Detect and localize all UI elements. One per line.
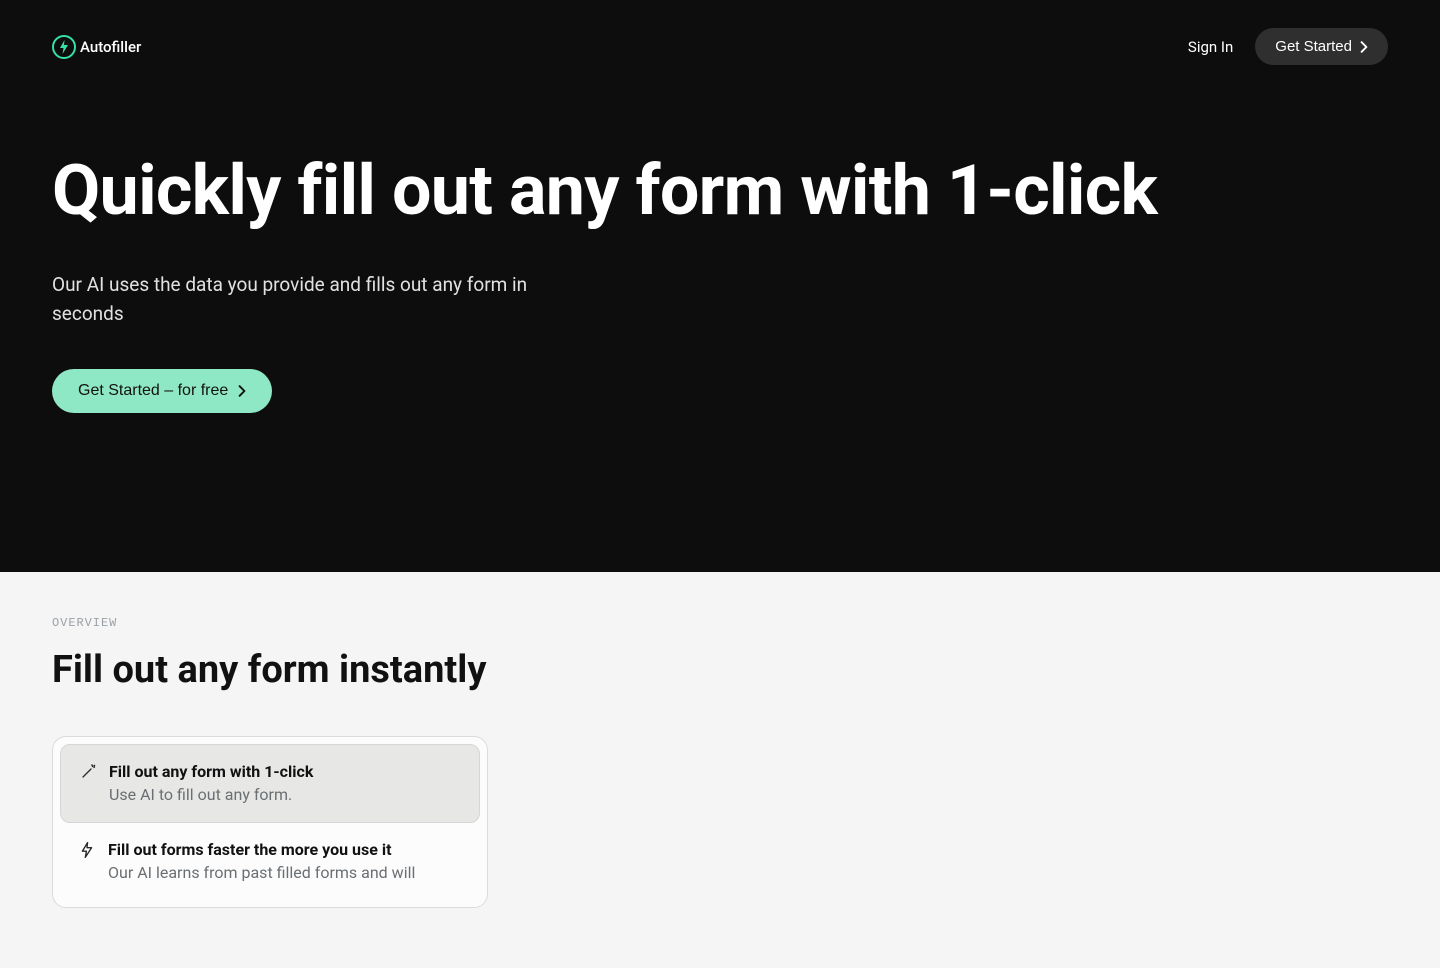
feature-title: Fill out any form with 1-click	[109, 761, 461, 783]
feature-text: Fill out any form with 1-click Use AI to…	[109, 761, 461, 806]
overview-label: OVERVIEW	[52, 616, 1388, 630]
feature-desc: Use AI to fill out any form.	[109, 784, 461, 806]
feature-panel: Fill out any form with 1-click Use AI to…	[52, 736, 488, 908]
overview-section: OVERVIEW Fill out any form instantly Fil…	[0, 572, 1440, 968]
brand-logo[interactable]: Autofiller	[52, 35, 141, 59]
hero-content: Quickly fill out any form with 1-click O…	[52, 93, 1388, 413]
feature-title: Fill out forms faster the more you use i…	[108, 839, 462, 861]
wand-icon	[79, 763, 97, 781]
nav-right: Sign In Get Started	[1188, 28, 1388, 65]
brand-name: Autofiller	[80, 38, 141, 56]
feature-item-1click[interactable]: Fill out any form with 1-click Use AI to…	[60, 744, 480, 823]
overview-heading: Fill out any form instantly	[52, 648, 1388, 692]
feature-text: Fill out forms faster the more you use i…	[108, 839, 462, 884]
top-nav: Autofiller Sign In Get Started	[52, 0, 1388, 93]
bolt-circle-icon	[52, 35, 76, 59]
feature-desc: Our AI learns from past filled forms and…	[108, 862, 462, 884]
sign-in-link[interactable]: Sign In	[1188, 38, 1233, 56]
hero-title: Quickly fill out any form with 1-click	[52, 153, 1388, 230]
get-started-nav-label: Get Started	[1275, 38, 1352, 55]
bolt-icon	[78, 841, 96, 859]
hero-subtitle: Our AI uses the data you provide and fil…	[52, 270, 572, 329]
feature-item-faster[interactable]: Fill out forms faster the more you use i…	[60, 823, 480, 900]
hero-section: Autofiller Sign In Get Started Quickly f…	[0, 0, 1440, 572]
get-started-nav-button[interactable]: Get Started	[1255, 28, 1388, 65]
chevron-right-icon	[238, 385, 246, 397]
chevron-right-icon	[1360, 41, 1368, 53]
hero-cta-button[interactable]: Get Started – for free	[52, 369, 272, 413]
hero-cta-label: Get Started – for free	[78, 382, 228, 400]
